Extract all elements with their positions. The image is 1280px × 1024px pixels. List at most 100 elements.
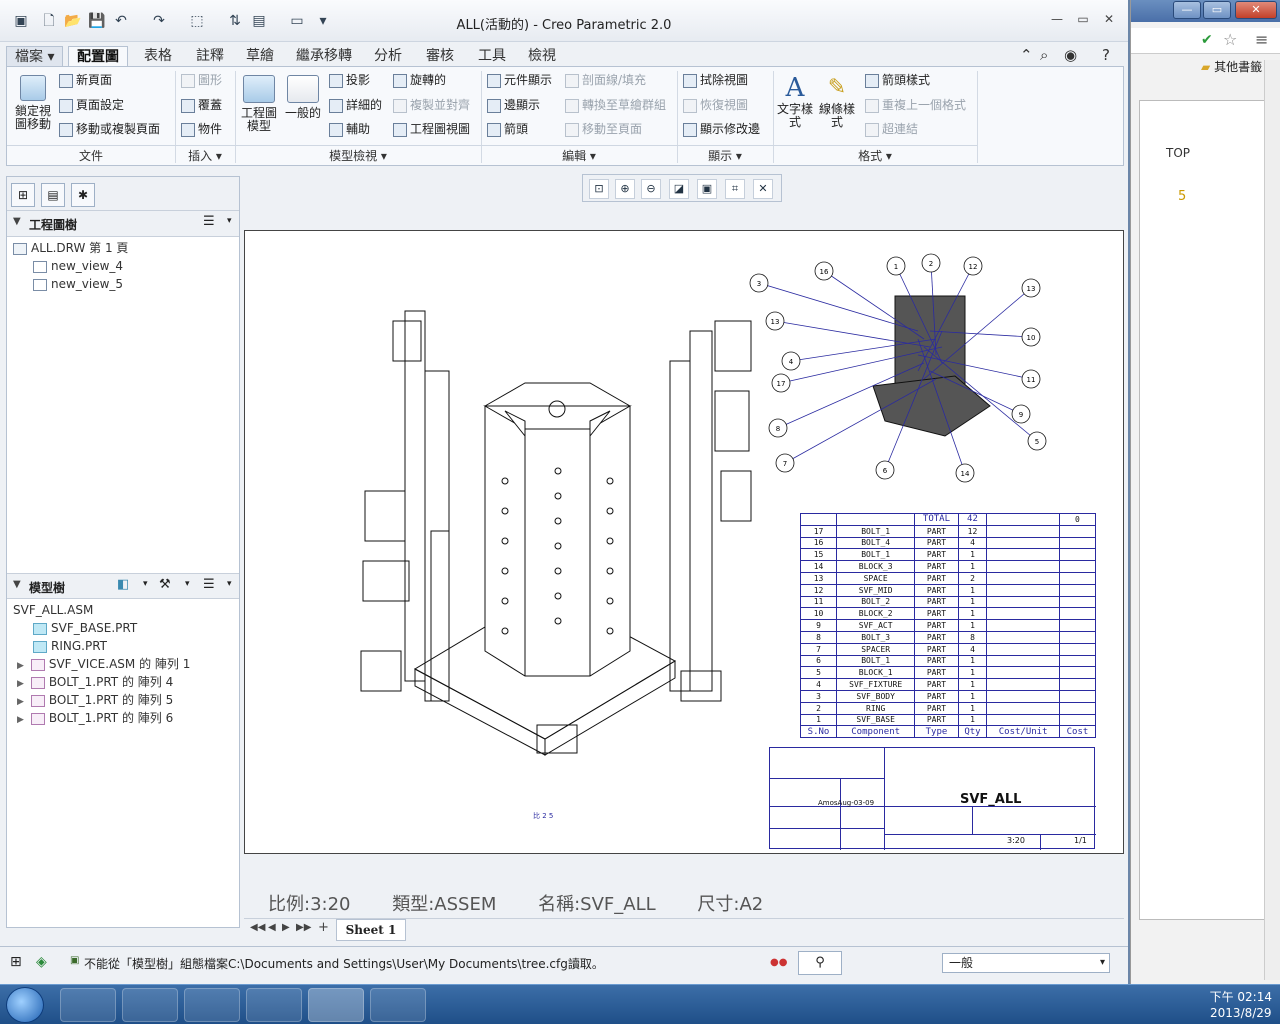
- expand-icon[interactable]: ▶: [17, 711, 27, 729]
- show-modify-edges-button[interactable]: 顯示修改邊: [683, 120, 760, 138]
- tree-tab-icon[interactable]: ⊞: [11, 183, 35, 207]
- resume-view-button[interactable]: 恢復視圖: [683, 96, 748, 114]
- object-button[interactable]: 物件: [181, 120, 222, 138]
- drawing-view-button[interactable]: 工程圖視圖: [393, 120, 470, 138]
- section-hatch-button[interactable]: 剖面線/填充: [565, 71, 646, 89]
- browser-toggle-icon[interactable]: ◈: [36, 954, 47, 970]
- browser-scrollbar[interactable]: [1264, 60, 1280, 980]
- bom-row[interactable]: 12 SVF_MID PART 1: [799, 583, 1097, 597]
- bom-row[interactable]: 9 SVF_ACT PART 1: [799, 619, 1097, 632]
- tab-view[interactable]: 檢視: [520, 46, 564, 66]
- find-icon[interactable]: ⚲: [798, 951, 842, 975]
- arrow-style-button[interactable]: 箭頭樣式: [865, 71, 930, 89]
- projection-button[interactable]: 投影: [329, 71, 370, 89]
- prev-sheet-icon[interactable]: ◀: [268, 922, 276, 933]
- model-tree-header[interactable]: ▼ 模型樹 ◧ ▾ ⚒ ▾ ☰ ▾: [7, 573, 239, 599]
- bom-row[interactable]: 1 SVF_BASE PART 1: [799, 713, 1097, 727]
- repaint-icon[interactable]: ◪: [669, 179, 689, 199]
- tree-tools-icon[interactable]: ⚒: [159, 577, 171, 592]
- annotation-display-icon[interactable]: ⌗: [725, 179, 745, 199]
- start-button[interactable]: [6, 987, 44, 1023]
- sheet-tab[interactable]: Sheet 1: [336, 919, 406, 941]
- group-display-label[interactable]: 顯示 ▾: [677, 145, 773, 165]
- last-sheet-icon[interactable]: ▶▶: [296, 922, 311, 933]
- copy-align-button[interactable]: 複製並對齊: [393, 96, 470, 114]
- lock-view-move-button[interactable]: 鎖定視 圖移動: [11, 75, 55, 131]
- collapse-icon[interactable]: ▼: [13, 216, 21, 227]
- bom-row[interactable]: 2 RING PART 1: [799, 701, 1097, 715]
- group-model-views-label[interactable]: 模型檢視 ▾: [235, 145, 481, 165]
- general-view-button[interactable]: 一般的: [283, 75, 323, 120]
- zoom-out-icon[interactable]: ⊖: [641, 179, 661, 199]
- tab-analysis[interactable]: 分析: [366, 46, 410, 66]
- taskbar-chrome[interactable]: [184, 988, 240, 1022]
- search-icon[interactable]: ⌕: [1040, 46, 1048, 64]
- help-icon[interactable]: ?: [1102, 46, 1110, 64]
- browser-maximize-button[interactable]: ▭: [1203, 1, 1231, 19]
- drawing-model-button[interactable]: 工程圖 模型: [237, 75, 281, 133]
- edge-display-button[interactable]: 邊顯示: [487, 96, 540, 114]
- tree-item-part[interactable]: SVF_BASE.PRT: [33, 619, 137, 637]
- tree-item-view[interactable]: new_view_4: [33, 257, 123, 275]
- collapse-icon[interactable]: ▼: [13, 579, 21, 590]
- system-clock[interactable]: 下午 02:14 2013/8/29: [1210, 989, 1272, 1021]
- tree-item-assembly[interactable]: SVF_ALL.ASM: [13, 601, 93, 619]
- bom-row[interactable]: 6 BOLT_1 PART 1: [799, 654, 1097, 668]
- balloon-view[interactable]: 3 16 13 2 1 12 13 10 4 17 11 8 9 7 6 14 5: [749, 253, 1047, 483]
- dropdown-icon[interactable]: ▾: [185, 579, 190, 589]
- tab-sketch[interactable]: 草繪: [238, 46, 282, 66]
- title-block[interactable]: AmosAug-03-09 SVF_ALL 3:20 1/1: [769, 747, 1096, 850]
- tab-annotate[interactable]: 註釋: [188, 46, 232, 66]
- bom-row[interactable]: 4 SVF_FIXTURE PART 1: [799, 678, 1097, 691]
- component-display-button[interactable]: 元件顯示: [487, 71, 552, 89]
- tree-item-view[interactable]: new_view_5: [33, 275, 123, 293]
- star-icon[interactable]: ☆: [1223, 30, 1237, 49]
- tree-item-part[interactable]: RING.PRT: [33, 637, 107, 655]
- overlay-button[interactable]: 覆蓋: [181, 96, 222, 114]
- scale-status[interactable]: 比例:3:20: [268, 894, 351, 915]
- add-sheet-icon[interactable]: +: [318, 920, 329, 935]
- tree-settings-icon[interactable]: ☰: [203, 577, 215, 592]
- browser-close-button[interactable]: ✕: [1235, 1, 1277, 19]
- bom-row[interactable]: 3 SVF_BODY PART 1: [799, 689, 1097, 703]
- tree-item-pattern[interactable]: ▶ BOLT_1.PRT 的 陣列 4: [17, 673, 173, 691]
- tab-table[interactable]: 表格: [136, 46, 180, 66]
- folder-browser-tab-icon[interactable]: ▤: [41, 183, 65, 207]
- tab-file[interactable]: 檔案 ▾: [6, 46, 64, 66]
- favorites-tab-icon[interactable]: ✱: [71, 183, 95, 207]
- bom-row[interactable]: 7 SPACER PART 4: [799, 642, 1097, 656]
- community-icon[interactable]: ◉: [1064, 46, 1077, 64]
- hyperlink-button[interactable]: 超連結: [865, 120, 918, 138]
- tree-item-drawing-sheet[interactable]: ALL.DRW 第 1 頁: [13, 239, 128, 257]
- bom-row[interactable]: 8 BOLT_3 PART 8: [799, 630, 1097, 644]
- bom-row[interactable]: 15 BOLT_1 PART 1: [799, 548, 1097, 562]
- bom-row[interactable]: 5 BLOCK_1 PART 1: [799, 666, 1097, 680]
- graph-button[interactable]: 圖形: [181, 71, 222, 89]
- navigator-toggle-icon[interactable]: ⊞: [10, 954, 22, 970]
- dropdown-icon[interactable]: ▾: [227, 579, 232, 589]
- bom-row[interactable]: 14 BLOCK_3 PART 1: [799, 560, 1097, 573]
- minimize-button[interactable]: —: [1048, 12, 1066, 28]
- collapse-ribbon-icon[interactable]: ⌃: [1020, 46, 1033, 64]
- browser-address-bar[interactable]: ✔ ☆ ≡: [1131, 28, 1280, 54]
- revolved-button[interactable]: 旋轉的: [393, 71, 446, 89]
- bookmarks-folder[interactable]: ▰ 其他書籤: [1201, 58, 1262, 75]
- next-sheet-icon[interactable]: ▶: [282, 922, 290, 933]
- show-icon[interactable]: ◧: [117, 577, 129, 592]
- taskbar-media-player[interactable]: [60, 988, 116, 1022]
- tree-settings-icon[interactable]: ☰: [203, 214, 215, 229]
- dropdown-icon[interactable]: ▾: [143, 579, 148, 589]
- text-style-button[interactable]: A 文字樣 式: [775, 73, 815, 129]
- drawing-tree-header[interactable]: ▼ 工程圖樹 ☰ ▾: [7, 211, 239, 237]
- bom-table[interactable]: TOTAL 42 0 17 BOLT_1 PART 12 16 BOLT_4 PART 4 15…: [799, 513, 1097, 739]
- auxiliary-button[interactable]: 輔助: [329, 120, 370, 138]
- display-style-icon[interactable]: ▣: [697, 179, 717, 199]
- arrow-button[interactable]: 箭頭: [487, 120, 528, 138]
- bom-row[interactable]: 13 SPACE PART 2: [799, 571, 1097, 585]
- bom-row[interactable]: 16 BOLT_4 PART 4: [799, 536, 1097, 550]
- datum-display-icon[interactable]: ✕: [753, 179, 773, 199]
- taskbar-paint[interactable]: [370, 988, 426, 1022]
- browser-minimize-button[interactable]: —: [1173, 1, 1201, 19]
- new-page-button[interactable]: 新頁面: [59, 71, 112, 89]
- line-style-button[interactable]: ✎ 線條樣 式: [817, 73, 857, 129]
